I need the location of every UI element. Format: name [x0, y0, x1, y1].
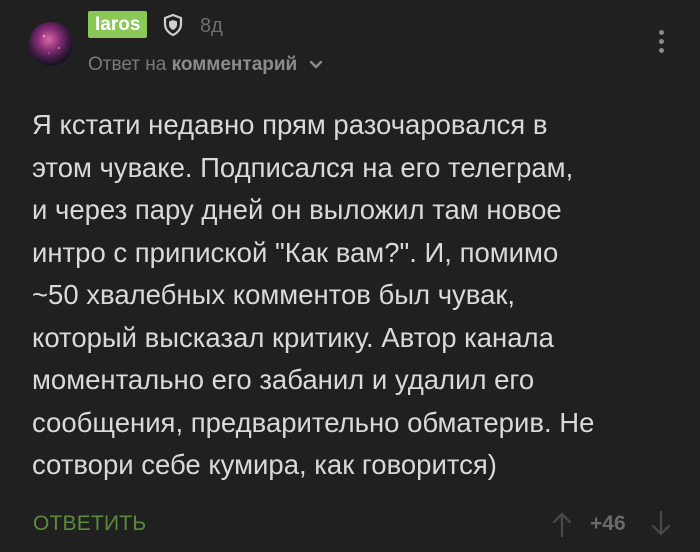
username-badge[interactable]: Iaros: [88, 11, 148, 38]
rating-count: +46: [590, 512, 626, 535]
comment-line: и через пару дней он выложил там новое: [32, 194, 562, 225]
comment-line: этом чуваке. Подписался на его телеграм,: [32, 151, 574, 183]
comment: Iaros 8д Ответ на комментарий Я кстати н…: [0, 0, 700, 552]
reply-to[interactable]: Ответ на комментарий: [88, 52, 323, 78]
comment-line: сотвори себе кумира, как говорится): [32, 449, 497, 480]
comment-body: Я кстати недавно прям разочаровался в эт…: [32, 104, 672, 487]
reply-to-target[interactable]: комментарий: [172, 54, 298, 75]
comment-line: моментально его забанил и удалил его: [32, 364, 535, 395]
chevron-down-icon[interactable]: [309, 60, 323, 70]
comment-line: сообщения, предварительно обматерив. Не: [32, 406, 595, 438]
more-vertical-icon[interactable]: [655, 30, 667, 58]
comment-line: Я кстати недавно прям разочаровался в: [32, 109, 548, 140]
arrow-up-icon[interactable]: [551, 510, 573, 538]
comment-line: который высказал критику. Автор канала: [32, 321, 554, 353]
comment-time: 8д: [200, 15, 223, 37]
comment-line: интро с припиской "Как вам?". И, помимо: [32, 236, 559, 268]
avatar[interactable]: [29, 22, 73, 66]
shield-icon: [163, 13, 183, 37]
arrow-down-icon[interactable]: [650, 510, 672, 538]
reply-to-prefix: Ответ на: [88, 54, 167, 75]
avatar-planet-icon: [29, 22, 73, 66]
reply-button[interactable]: ОТВЕТИТЬ: [33, 510, 146, 538]
comment-line: ~50 хвалебных комментов был чувак,: [32, 279, 516, 310]
